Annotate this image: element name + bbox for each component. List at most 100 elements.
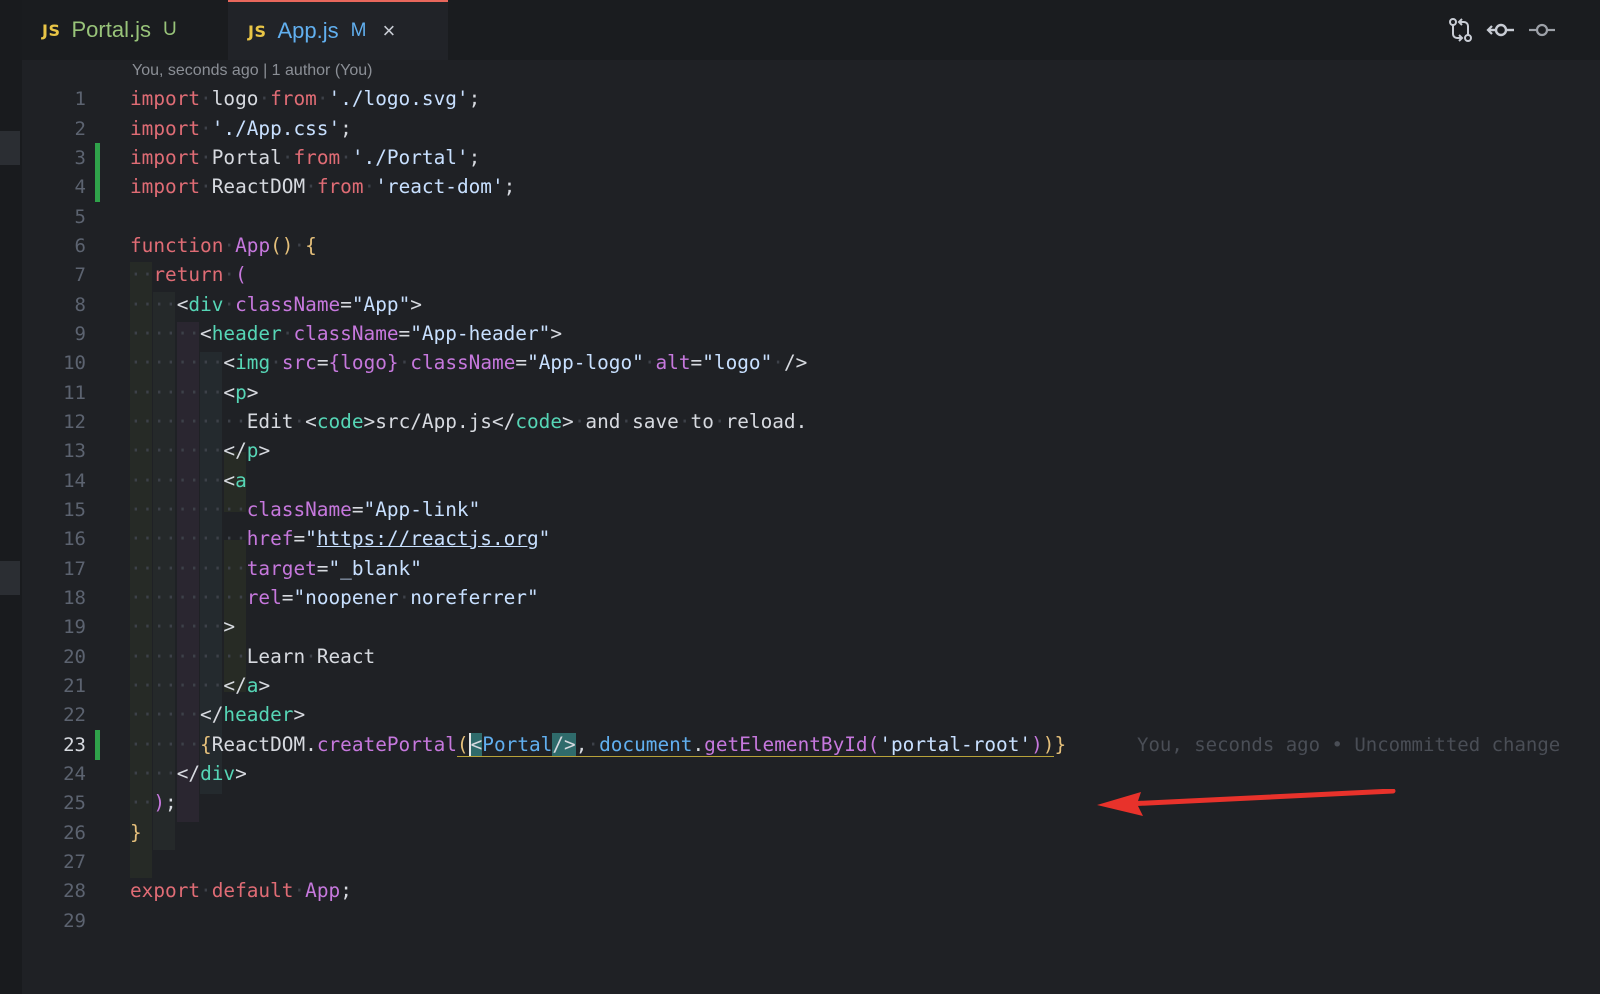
code-text: ····</div> [130, 762, 247, 785]
tab-app-js[interactable]: JS App.js M × [228, 0, 448, 60]
code-line: 19 ········> [22, 612, 1600, 642]
line-number: 1 [74, 88, 86, 110]
code-line: 15 ··········className="App-link" [22, 495, 1600, 525]
line-number: 3 [74, 147, 86, 169]
code-line: 6 function·App()·{ [22, 231, 1600, 261]
code-line: 3 import·Portal·from·'./Portal'; [22, 143, 1600, 173]
modified-gutter-mark[interactable] [95, 143, 100, 173]
line-number: 27 [63, 851, 86, 873]
line-number: 24 [63, 763, 86, 785]
code-text: ······<header·className="App-header"> [130, 322, 563, 345]
code-text: ··········rel="noopener·noreferrer" [130, 586, 539, 609]
line-number: 21 [63, 675, 86, 697]
blame-header[interactable]: You, seconds ago | 1 author (You) [132, 62, 372, 80]
activity-strip [0, 0, 22, 994]
code-line: 26 } [22, 818, 1600, 848]
code-line: 28 export·default·App; [22, 876, 1600, 906]
code-text: ··return·( [130, 263, 247, 286]
code-text: ········</a> [130, 674, 271, 697]
line-number: 4 [74, 176, 86, 198]
git-commit-next-icon[interactable] [1527, 16, 1557, 44]
modified-gutter-mark[interactable] [95, 730, 100, 760]
line-number: 25 [63, 792, 86, 814]
compare-changes-icon[interactable] [1446, 16, 1476, 44]
code-text: ··); [130, 791, 177, 814]
code-line: 29 [22, 906, 1600, 936]
code-line: 20 ··········Learn·React [22, 642, 1600, 672]
url-link[interactable]: https://reactjs.org [317, 527, 539, 550]
code-text: ··········href="https://reactjs.org" [130, 527, 551, 550]
line-number: 2 [74, 118, 86, 140]
code-text: ··········className="App-link" [130, 498, 481, 521]
code-text: ··········Edit·<code>src/App.js</code>·a… [130, 410, 808, 433]
tab-label: App.js [277, 18, 339, 43]
code-line: 18 ··········rel="noopener·noreferrer" [22, 583, 1600, 613]
code-text: ··········target="_blank" [130, 557, 422, 580]
close-icon[interactable]: × [382, 20, 395, 42]
code-text: ····<div·className="App"> [130, 293, 422, 316]
tab-bar: JS Portal.js U JS App.js M × [22, 0, 1600, 60]
modified-gutter-mark[interactable] [95, 172, 100, 202]
line-number: 26 [63, 822, 86, 844]
code-line: 17 ··········target="_blank" [22, 554, 1600, 584]
code-line: 4 import·ReactDOM·from·'react-dom'; [22, 172, 1600, 202]
line-number: 29 [63, 910, 86, 932]
line-number: 7 [74, 264, 86, 286]
tab-portal-js[interactable]: JS Portal.js U [22, 0, 227, 60]
line-number: 16 [63, 528, 86, 550]
annotation-arrow-icon [1097, 789, 1396, 816]
code-line: 12 ··········Edit·<code>src/App.js</code… [22, 407, 1600, 437]
strip-marker [0, 131, 20, 165]
code-text: import·'./App.css'; [130, 117, 352, 140]
code-line: 13 ········</p> [22, 436, 1600, 466]
code-text: export·default·App; [130, 879, 352, 902]
code-text: ······</header> [130, 703, 306, 726]
line-number: 28 [63, 880, 86, 902]
js-file-icon: JS [42, 20, 61, 40]
line-number: 18 [63, 587, 86, 609]
line-number: 23 [63, 734, 86, 756]
inline-blame[interactable]: You, seconds ago • Uncommitted change [1137, 730, 1560, 760]
code-line: 21 ········</a> [22, 671, 1600, 701]
line-number: 9 [74, 323, 86, 345]
code-text: ········<a [130, 469, 247, 492]
code-editor[interactable]: You, seconds ago | 1 author (You) 1 impo… [22, 60, 1600, 994]
code-line: 7 ··return·( [22, 260, 1600, 290]
line-number: 19 [63, 616, 86, 638]
code-text: ········<p> [130, 381, 259, 404]
code-text: ········</p> [130, 439, 271, 462]
code-line-current: 23 ······{ReactDOM.createPortal(<Portal/… [22, 730, 1600, 760]
code-line: 16 ··········href="https://reactjs.org" [22, 524, 1600, 554]
code-line: 11 ········<p> [22, 378, 1600, 408]
tab-status-modified: M [350, 20, 367, 41]
tab-status-untracked: U [162, 19, 177, 40]
line-number: 13 [63, 440, 86, 462]
line-number: 12 [63, 411, 86, 433]
git-commit-prev-icon[interactable] [1486, 16, 1516, 44]
code-line: 22 ······</header> [22, 700, 1600, 730]
code-text: ··········Learn·React [130, 645, 376, 668]
code-line: 8 ····<div·className="App"> [22, 290, 1600, 320]
code-line: 9 ······<header·className="App-header"> [22, 319, 1600, 349]
line-number: 22 [63, 704, 86, 726]
code-line: 2 import·'./App.css'; [22, 114, 1600, 144]
code-line: 24 ····</div> [22, 759, 1600, 789]
js-file-icon: JS [248, 21, 267, 41]
code-line: 1 import·logo·from·'./logo.svg'; [22, 84, 1600, 114]
line-number: 14 [63, 470, 86, 492]
line-number: 5 [74, 206, 86, 228]
tab-label: Portal.js [71, 17, 151, 42]
code-line: 10 ········<img·src={logo}·className="Ap… [22, 348, 1600, 378]
line-number: 17 [63, 558, 86, 580]
line-number: 11 [63, 382, 86, 404]
code-text: import·logo·from·'./logo.svg'; [130, 87, 481, 110]
code-text: ······{ReactDOM.createPortal(<Portal/>,·… [130, 733, 1067, 757]
code-text: } [130, 821, 142, 844]
code-line: 14 ········<a [22, 466, 1600, 496]
line-number: 6 [74, 235, 86, 257]
code-text: function·App()·{ [130, 234, 317, 257]
line-number: 20 [63, 646, 86, 668]
code-text: import·ReactDOM·from·'react-dom'; [130, 175, 516, 198]
code-line: 27 [22, 847, 1600, 877]
code-line: 5 [22, 202, 1600, 232]
